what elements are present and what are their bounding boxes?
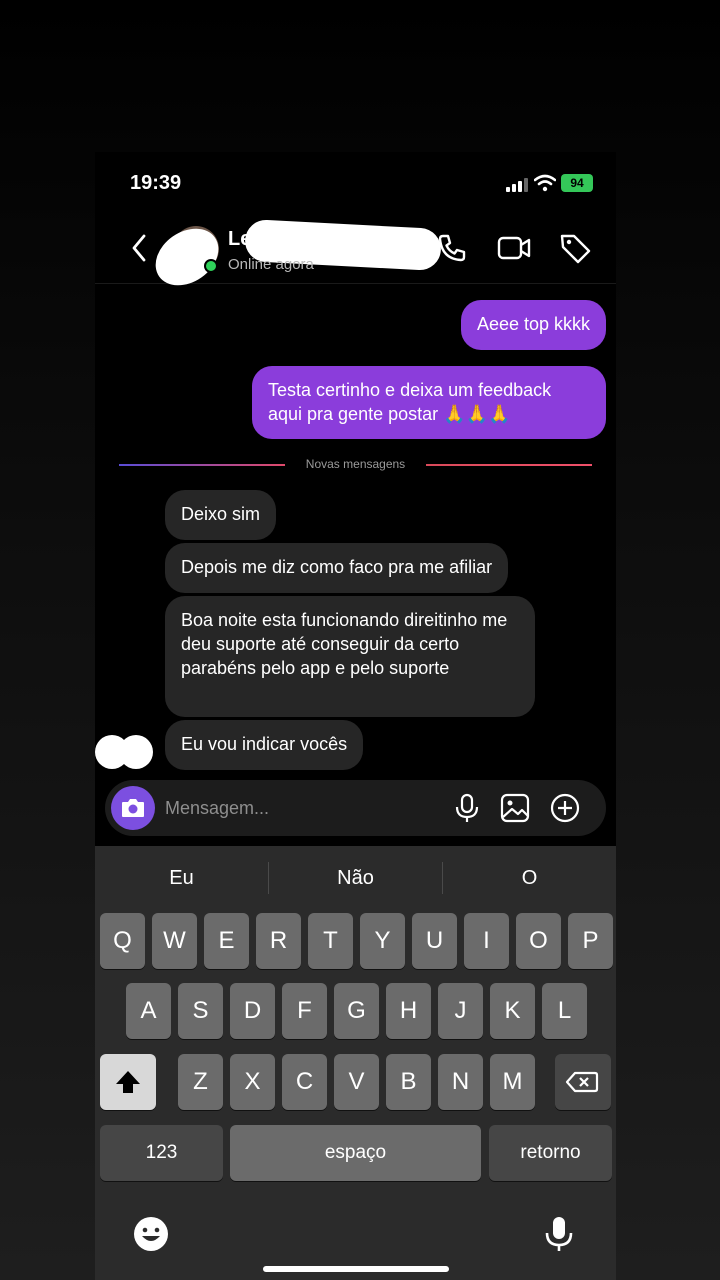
key-l[interactable]: L <box>542 983 587 1039</box>
backspace-key[interactable] <box>555 1054 611 1110</box>
message-bubble-incoming[interactable]: Deixo sim <box>165 490 277 540</box>
shift-icon <box>116 1071 140 1093</box>
key-t[interactable]: T <box>308 913 353 969</box>
status-time: 19:39 <box>130 172 182 194</box>
tag-icon[interactable] <box>557 230 593 266</box>
key-k[interactable]: K <box>490 983 535 1039</box>
key-e[interactable]: E <box>204 913 249 969</box>
key-d[interactable]: D <box>230 983 275 1039</box>
return-key[interactable]: retorno <box>489 1125 612 1181</box>
message-bubble-outgoing[interactable]: Aeee top kkkk <box>460 300 606 350</box>
backspace-icon <box>565 1071 599 1093</box>
gallery-icon[interactable] <box>499 792 531 824</box>
keyboard: Eu Não O Q W E R T Y U I O P A S D F G H… <box>95 846 616 1280</box>
add-icon[interactable] <box>549 792 581 824</box>
message-bubble-outgoing[interactable]: Testa certinho e deixa um feedback aqui … <box>252 366 606 439</box>
message-bubble-incoming[interactable]: Boa noite esta funcionando direitinho me… <box>165 596 535 717</box>
phone-icon[interactable] <box>434 230 470 266</box>
key-g[interactable]: G <box>334 983 379 1039</box>
suggestion-3[interactable]: O <box>443 856 616 900</box>
key-m[interactable]: M <box>490 1054 535 1110</box>
key-x[interactable]: X <box>230 1054 275 1110</box>
emoji-icon[interactable] <box>131 1214 171 1254</box>
sender-avatar <box>95 735 153 771</box>
key-a[interactable]: A <box>126 983 171 1039</box>
battery-indicator: 94 <box>561 174 593 192</box>
key-v[interactable]: V <box>334 1054 379 1110</box>
home-indicator[interactable] <box>263 1266 449 1272</box>
dictation-microphone-icon[interactable] <box>539 1214 579 1254</box>
contact-status: Online agora <box>228 256 314 273</box>
key-j[interactable]: J <box>438 983 483 1039</box>
suggestion-1[interactable]: Eu <box>95 856 268 900</box>
space-key[interactable]: espaço <box>230 1125 481 1181</box>
video-camera-icon[interactable] <box>496 230 532 266</box>
message-bubble-incoming[interactable]: Depois me diz como faco pra me afiliar <box>165 543 509 593</box>
message-bubble-incoming[interactable]: Eu vou indicar vocês <box>165 720 364 770</box>
new-messages-divider: Novas mensagens <box>119 457 592 473</box>
key-c[interactable]: C <box>282 1054 327 1110</box>
key-w[interactable]: W <box>152 913 197 969</box>
key-u[interactable]: U <box>412 913 457 969</box>
message-input[interactable] <box>165 796 405 820</box>
camera-icon <box>122 799 144 817</box>
shift-key[interactable] <box>100 1054 156 1110</box>
chevron-left-icon[interactable] <box>127 230 151 266</box>
camera-button[interactable] <box>111 786 155 830</box>
key-i[interactable]: I <box>464 913 509 969</box>
wifi-icon <box>534 174 556 192</box>
key-y[interactable]: Y <box>360 913 405 969</box>
key-r[interactable]: R <box>256 913 301 969</box>
key-q[interactable]: Q <box>100 913 145 969</box>
signal-icon <box>506 178 528 192</box>
numbers-key[interactable]: 123 <box>100 1125 223 1181</box>
phone-screen: 19:39 94 Le Online agora Aeee top kkkk T… <box>95 152 616 1280</box>
key-b[interactable]: B <box>386 1054 431 1110</box>
chat-header: Le Online agora <box>95 214 616 297</box>
key-z[interactable]: Z <box>178 1054 223 1110</box>
key-p[interactable]: P <box>568 913 613 969</box>
message-composer <box>105 780 606 836</box>
online-indicator <box>204 259 218 273</box>
key-f[interactable]: F <box>282 983 327 1039</box>
key-h[interactable]: H <box>386 983 431 1039</box>
status-bar: 19:39 94 <box>95 152 616 214</box>
message-list: Aeee top kkkk Testa certinho e deixa um … <box>95 285 616 775</box>
microphone-icon[interactable] <box>451 792 483 824</box>
key-n[interactable]: N <box>438 1054 483 1110</box>
suggestion-2[interactable]: Não <box>269 856 442 900</box>
key-o[interactable]: O <box>516 913 561 969</box>
key-s[interactable]: S <box>178 983 223 1039</box>
